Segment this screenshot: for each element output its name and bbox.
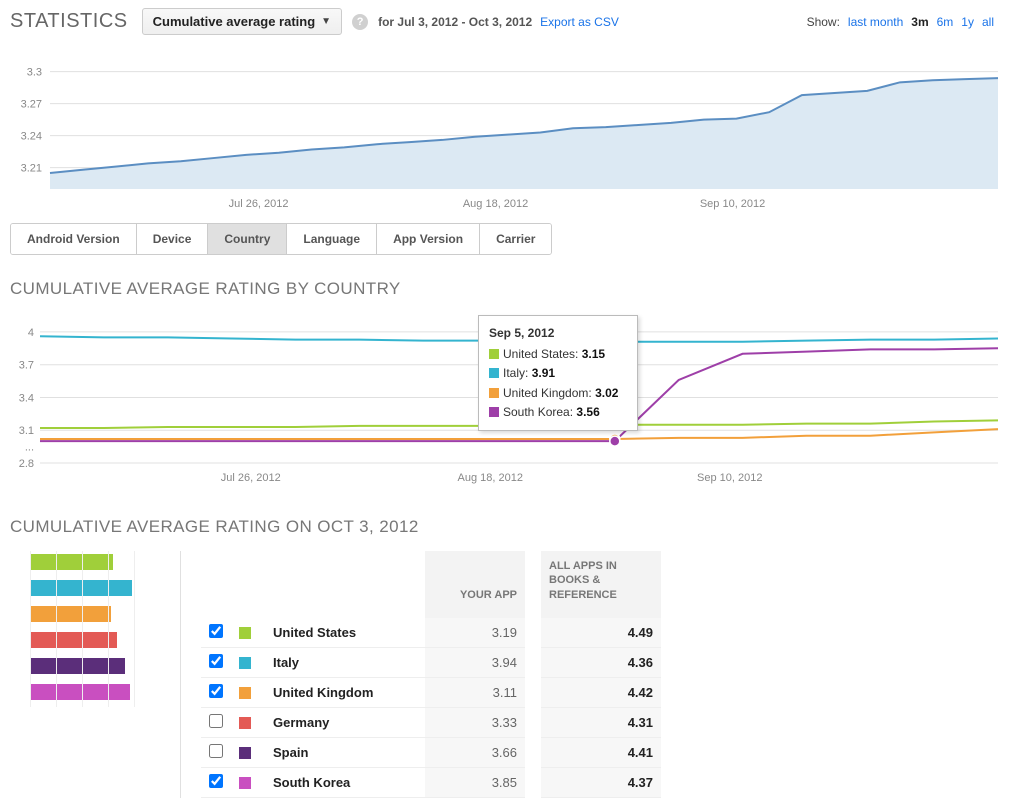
tab-app-version[interactable]: App Version [377, 224, 480, 254]
svg-text:...: ... [25, 442, 34, 454]
svg-text:4: 4 [28, 327, 34, 339]
svg-text:3.7: 3.7 [19, 360, 34, 372]
legend-swatch [239, 777, 251, 789]
legend-swatch [239, 717, 251, 729]
hbar-row [30, 551, 160, 573]
country-checkbox[interactable] [209, 624, 223, 638]
table-row: United States3.19 4.49 [201, 618, 661, 648]
hbar-row [30, 629, 160, 651]
table-row: Germany3.33 4.31 [201, 707, 661, 737]
all-apps-value: 4.42 [541, 677, 661, 707]
col-your-app: YOUR APP [425, 551, 525, 618]
hbar-row [30, 655, 160, 677]
dimension-tabs: Android VersionDeviceCountryLanguageApp … [10, 223, 552, 255]
range-option-1y[interactable]: 1y [961, 15, 974, 29]
svg-text:Jul 26, 2012: Jul 26, 2012 [221, 472, 281, 484]
svg-text:3.4: 3.4 [19, 392, 34, 404]
metric-dropdown[interactable]: Cumulative average rating ▼ [142, 8, 342, 35]
svg-text:3.21: 3.21 [21, 163, 42, 175]
time-range-group: Show: last month 3m 6m 1y all [807, 15, 1002, 29]
svg-text:3.27: 3.27 [21, 99, 42, 111]
hbar-row [30, 577, 160, 599]
svg-text:Jul 26, 2012: Jul 26, 2012 [229, 198, 289, 210]
all-apps-value: 4.36 [541, 647, 661, 677]
range-option-6m[interactable]: 6m [937, 15, 954, 29]
country-rating-chart[interactable]: 2.8 3.1 3.4 3.7 4... Jul 26, 2012 Aug 18, 201… [10, 313, 1002, 493]
legend-swatch [239, 627, 251, 639]
svg-text:Aug 18, 2012: Aug 18, 2012 [463, 198, 528, 210]
metric-dropdown-label: Cumulative average rating [153, 14, 316, 29]
legend-swatch [239, 687, 251, 699]
country-name: Germany [265, 707, 425, 737]
svg-text:Aug 18, 2012: Aug 18, 2012 [458, 472, 523, 484]
hbar-row [30, 681, 160, 703]
all-apps-value: 4.37 [541, 767, 661, 797]
tab-device[interactable]: Device [137, 224, 209, 254]
page-title: STATISTICS [10, 10, 128, 33]
your-app-value: 3.11 [425, 677, 525, 707]
your-app-value: 3.85 [425, 767, 525, 797]
table-row: United Kingdom3.11 4.42 [201, 677, 661, 707]
your-app-value: 3.33 [425, 707, 525, 737]
date-range: for Jul 3, 2012 - Oct 3, 2012 [378, 15, 532, 29]
country-checkbox[interactable] [209, 744, 223, 758]
tooltip-row: Italy: 3.91 [489, 364, 627, 383]
country-table: YOUR APP ALL APPS IN BOOKS & REFERENCE U… [201, 551, 661, 798]
legend-swatch [239, 747, 251, 759]
country-name: South Korea [265, 767, 425, 797]
country-name: United States [265, 618, 425, 648]
table-row: Italy3.94 4.36 [201, 647, 661, 677]
all-apps-value: 4.41 [541, 737, 661, 767]
range-option-all[interactable]: all [982, 15, 994, 29]
overall-rating-chart[interactable]: 3.21 3.24 3.27 3.3 Jul 26, 2012 Aug 18, 2012… [10, 53, 1002, 213]
col-all-apps: ALL APPS IN BOOKS & REFERENCE [541, 551, 661, 618]
legend-swatch [239, 657, 251, 669]
all-apps-value: 4.49 [541, 618, 661, 648]
tab-country[interactable]: Country [208, 224, 287, 254]
country-name: Spain [265, 737, 425, 767]
country-name: United Kingdom [265, 677, 425, 707]
all-apps-value: 4.31 [541, 707, 661, 737]
tooltip-row: South Korea: 3.56 [489, 403, 627, 422]
tab-language[interactable]: Language [287, 224, 377, 254]
table-row: South Korea3.85 4.37 [201, 767, 661, 797]
chart-tooltip: Sep 5, 2012 United States: 3.15Italy: 3.… [478, 315, 638, 431]
tab-android-version[interactable]: Android Version [11, 224, 137, 254]
country-hbar-chart[interactable] [10, 551, 160, 707]
svg-text:Sep 10, 2012: Sep 10, 2012 [700, 198, 765, 210]
section-title-on-date: CUMULATIVE AVERAGE RATING ON OCT 3, 2012 [10, 517, 1002, 537]
chevron-down-icon: ▼ [321, 16, 331, 27]
header-bar: STATISTICS Cumulative average rating ▼ ?… [10, 8, 1002, 35]
help-icon[interactable]: ? [352, 14, 368, 30]
export-csv-link[interactable]: Export as CSV [540, 15, 619, 29]
country-checkbox[interactable] [209, 714, 223, 728]
country-checkbox[interactable] [209, 684, 223, 698]
section-title-by-country: CUMULATIVE AVERAGE RATING BY COUNTRY [10, 279, 1002, 299]
svg-text:3.3: 3.3 [27, 67, 42, 79]
tooltip-date: Sep 5, 2012 [489, 324, 627, 343]
your-app-value: 3.19 [425, 618, 525, 648]
svg-text:Sep 10, 2012: Sep 10, 2012 [697, 472, 762, 484]
country-checkbox[interactable] [209, 774, 223, 788]
your-app-value: 3.66 [425, 737, 525, 767]
hbar-row [30, 603, 160, 625]
show-label: Show: [807, 15, 840, 29]
table-row: Spain3.66 4.41 [201, 737, 661, 767]
tab-carrier[interactable]: Carrier [480, 224, 551, 254]
country-checkbox[interactable] [209, 654, 223, 668]
svg-text:3.1: 3.1 [19, 425, 34, 437]
svg-text:2.8: 2.8 [19, 458, 34, 470]
svg-text:3.24: 3.24 [21, 131, 42, 143]
range-option-last-month[interactable]: last month [848, 15, 903, 29]
tooltip-row: United Kingdom: 3.02 [489, 384, 627, 403]
country-name: Italy [265, 647, 425, 677]
tooltip-row: United States: 3.15 [489, 345, 627, 364]
range-option-3m[interactable]: 3m [911, 15, 928, 29]
your-app-value: 3.94 [425, 647, 525, 677]
